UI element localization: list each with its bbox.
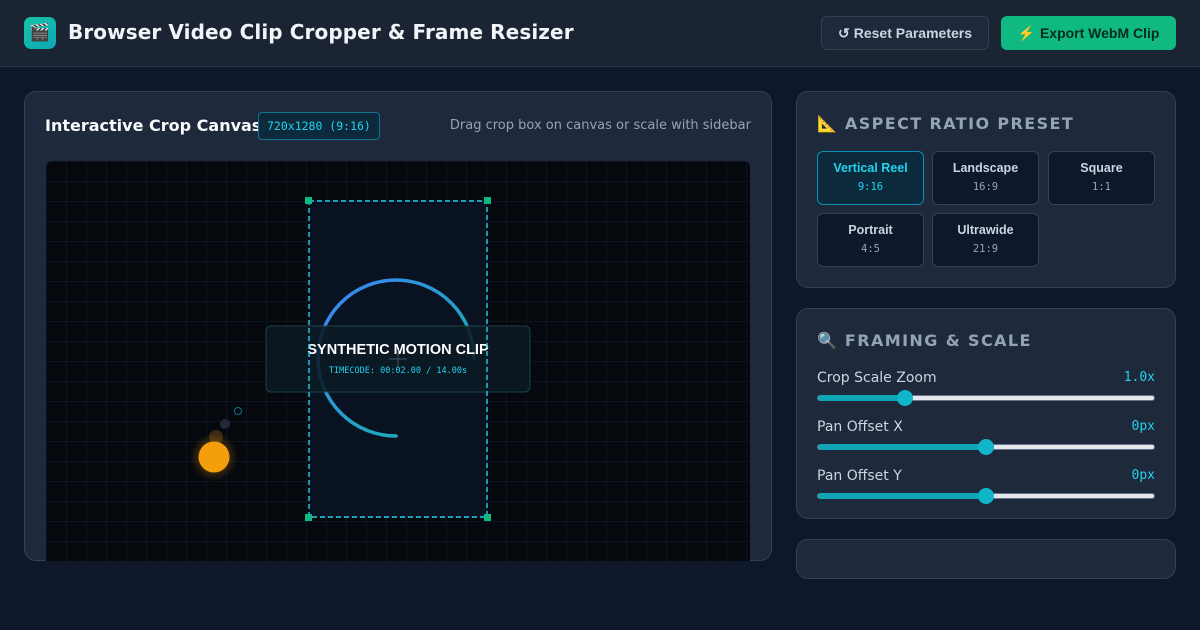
- dimensions-badge: 720x1280 (9:16): [258, 112, 380, 140]
- slider-thumb[interactable]: [978, 439, 994, 455]
- lightning-icon: ⚡: [1017, 24, 1035, 41]
- preset-ratio: 4:5: [861, 243, 880, 255]
- app-title: Browser Video Clip Cropper & Frame Resiz…: [68, 20, 574, 44]
- reset-icon: ↺: [837, 24, 850, 41]
- slider-value: 1.0x: [1123, 370, 1155, 385]
- triangle-ruler-icon: 📐: [817, 114, 837, 133]
- slider-label: Crop Scale Zoom: [817, 370, 937, 386]
- slider-value: 0px: [1131, 419, 1155, 434]
- app-header: 🎬 Browser Video Clip Cropper & Frame Res…: [0, 0, 1200, 67]
- preset-ratio: 21:9: [972, 243, 999, 255]
- preset-ratio: 9:16: [857, 181, 884, 193]
- export-webm-button[interactable]: ⚡ Export WebM Clip: [1001, 16, 1176, 50]
- preset-ratio: 16:9: [972, 181, 999, 193]
- next-settings-panel: [796, 539, 1176, 579]
- preset-label: Portrait: [848, 223, 893, 237]
- preset-label: Square: [1080, 161, 1123, 175]
- export-label: Export WebM Clip: [1039, 25, 1160, 41]
- crop-handle-bottom-right[interactable]: [484, 514, 491, 521]
- magnifier-icon: 🔍: [817, 331, 837, 350]
- canvas-title: Interactive Crop Canvas: [45, 116, 262, 135]
- aspect-ratio-title: 📐 ASPECT RATIO PRESET: [817, 114, 1075, 133]
- preset-label: Ultrawide: [957, 223, 1014, 237]
- preset-vertical-reel[interactable]: Vertical Reel 9:16: [817, 151, 924, 205]
- slider-label: Pan Offset X: [817, 419, 903, 435]
- framing-scale-panel: 🔍 FRAMING & SCALE Crop Scale Zoom 1.0x Pa…: [796, 308, 1176, 519]
- crop-handle-bottom-left[interactable]: [305, 514, 312, 521]
- crop-canvas-panel: Interactive Crop Canvas 720x1280 (9:16) …: [24, 91, 772, 561]
- crop-handle-top-left[interactable]: [305, 197, 312, 204]
- slider-thumb[interactable]: [897, 390, 914, 406]
- canvas-hint: Drag crop box on canvas or scale with si…: [449, 118, 751, 133]
- clapper-board-icon: 🎬: [24, 17, 56, 49]
- video-canvas[interactable]: SYNTHETIC MOTION CLIP TIMECODE: 00:02.00…: [46, 161, 750, 561]
- reset-label: Reset Parameters: [853, 25, 973, 41]
- preset-ratio: 1:1: [1092, 181, 1111, 193]
- preset-ultrawide[interactable]: Ultrawide 21:9: [932, 213, 1039, 267]
- slider-thumb[interactable]: [978, 488, 994, 504]
- reset-parameters-button[interactable]: ↺ Reset Parameters: [821, 16, 989, 50]
- slider-fill: [818, 395, 906, 401]
- slider-value: 0px: [1131, 468, 1155, 483]
- slider-fill: [818, 493, 986, 499]
- preset-label: Landscape: [952, 161, 1019, 175]
- trail-dot: [220, 419, 230, 429]
- preset-label: Vertical Reel: [833, 161, 908, 175]
- crop-scale-zoom-slider[interactable]: [817, 390, 1155, 406]
- preset-square[interactable]: Square 1:1: [1048, 151, 1155, 205]
- slider-fill: [818, 444, 986, 450]
- preset-landscape[interactable]: Landscape 16:9: [932, 151, 1039, 205]
- pan-offset-x-slider[interactable]: [817, 439, 1155, 455]
- preset-portrait[interactable]: Portrait 4:5: [817, 213, 924, 267]
- framing-scale-title: 🔍 FRAMING & SCALE: [817, 331, 1032, 350]
- pan-offset-y-slider[interactable]: [817, 488, 1155, 504]
- slider-label: Pan Offset Y: [817, 468, 902, 484]
- aspect-ratio-panel: 📐 ASPECT RATIO PRESET Vertical Reel 9:16 …: [796, 91, 1176, 288]
- canvas-drawing: SYNTHETIC MOTION CLIP TIMECODE: 00:02.00…: [190, 197, 531, 521]
- motion-orb: [198, 441, 230, 473]
- crop-handle-top-right[interactable]: [484, 197, 491, 204]
- trail-dot: [234, 407, 242, 415]
